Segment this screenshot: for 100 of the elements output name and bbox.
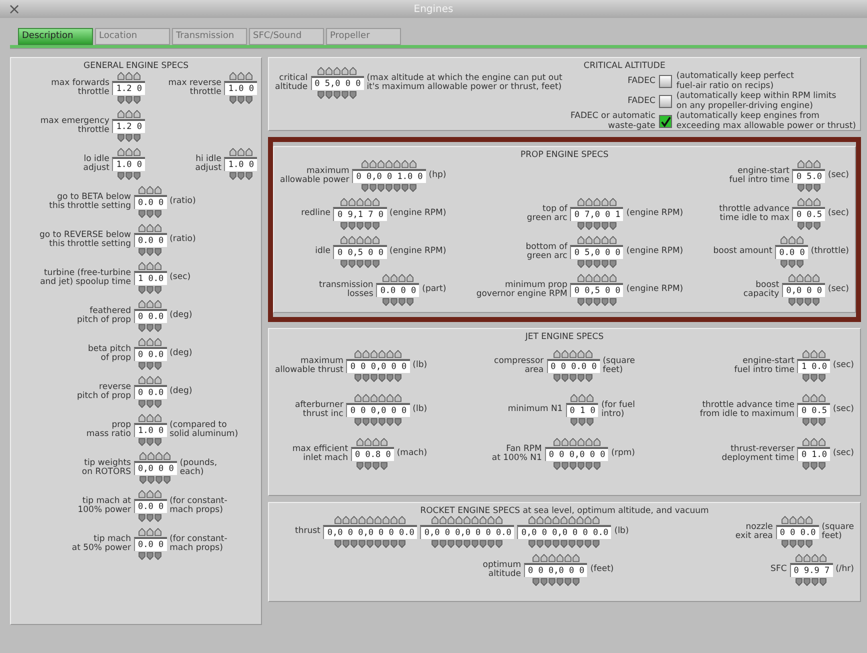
value-field[interactable]: 0 0 0.0 xyxy=(776,525,819,539)
value-field[interactable]: 0.0 0 xyxy=(134,195,167,209)
down-arrow-row[interactable] xyxy=(802,374,826,382)
checkbox[interactable] xyxy=(659,95,672,108)
value-field[interactable]: 1.0 0 xyxy=(134,423,167,437)
down-arrow-row[interactable] xyxy=(138,324,162,332)
down-arrow-row[interactable] xyxy=(139,476,172,484)
down-arrow-row[interactable] xyxy=(138,248,162,256)
value-field[interactable]: 0 5,0 0 0 xyxy=(310,76,364,90)
value-field[interactable]: 0.0 0 0 xyxy=(376,283,420,297)
down-arrow-row[interactable] xyxy=(228,96,253,104)
down-arrow-row[interactable] xyxy=(116,172,141,180)
up-arrow-row[interactable] xyxy=(139,452,172,460)
up-arrow-row[interactable] xyxy=(138,262,162,270)
up-arrow-row[interactable] xyxy=(354,350,402,358)
close-button[interactable]: × xyxy=(8,0,21,18)
down-arrow-row[interactable] xyxy=(553,374,594,382)
up-arrow-row[interactable] xyxy=(528,516,600,524)
up-arrow-row[interactable] xyxy=(138,490,162,498)
down-arrow-row[interactable] xyxy=(796,184,821,192)
value-field[interactable]: 1.2 0 xyxy=(112,119,145,133)
value-field[interactable]: 0 0.0 xyxy=(134,347,167,361)
down-arrow-row[interactable] xyxy=(431,540,504,548)
value-field[interactable]: 0,0 0 0,0 0 0 0.0 xyxy=(517,525,612,539)
value-field[interactable]: 1.0 0 xyxy=(224,157,257,171)
up-arrow-row[interactable] xyxy=(116,148,141,156)
value-field[interactable]: 1.0 0 xyxy=(224,81,257,95)
down-arrow-row[interactable] xyxy=(361,184,418,192)
up-arrow-row[interactable] xyxy=(802,394,826,402)
value-field[interactable]: 0 0 0,0 0 0 xyxy=(346,359,410,373)
down-arrow-row[interactable] xyxy=(788,298,820,306)
up-arrow-row[interactable] xyxy=(781,516,814,524)
down-arrow-row[interactable] xyxy=(576,298,617,306)
value-field[interactable]: 0 0.0 xyxy=(134,309,167,323)
down-arrow-row[interactable] xyxy=(576,222,617,230)
down-arrow-row[interactable] xyxy=(796,222,821,230)
up-arrow-row[interactable] xyxy=(788,274,820,282)
up-arrow-row[interactable] xyxy=(334,516,406,524)
down-arrow-row[interactable] xyxy=(116,96,141,104)
value-field[interactable]: 0 1.0 xyxy=(797,447,830,461)
value-field[interactable]: 0,0 0 0,0 0 0 0.0 xyxy=(420,525,514,539)
down-arrow-row[interactable] xyxy=(138,286,162,294)
up-arrow-row[interactable] xyxy=(796,160,821,168)
value-field[interactable]: 0 0.0 xyxy=(134,385,167,399)
up-arrow-row[interactable] xyxy=(354,394,402,402)
down-arrow-row[interactable] xyxy=(116,134,141,142)
down-arrow-row[interactable] xyxy=(317,91,358,99)
tab[interactable]: Description xyxy=(18,28,93,45)
up-arrow-row[interactable] xyxy=(138,224,162,232)
value-field[interactable]: 0 9,1 7 0 xyxy=(333,207,387,221)
up-arrow-row[interactable] xyxy=(796,198,821,206)
up-arrow-row[interactable] xyxy=(382,274,414,282)
down-arrow-row[interactable] xyxy=(334,540,406,548)
up-arrow-row[interactable] xyxy=(138,376,162,384)
down-arrow-row[interactable] xyxy=(138,210,162,218)
up-arrow-row[interactable] xyxy=(138,338,162,346)
down-arrow-row[interactable] xyxy=(354,418,402,426)
value-field[interactable]: 0 9.9 7 xyxy=(790,563,833,577)
value-field[interactable]: 0.0 0 xyxy=(134,537,167,551)
down-arrow-row[interactable] xyxy=(780,260,804,268)
up-arrow-row[interactable] xyxy=(576,274,617,282)
down-arrow-row[interactable] xyxy=(576,260,617,268)
down-arrow-row[interactable] xyxy=(552,462,601,470)
value-field[interactable]: 0 1 0 xyxy=(566,403,598,417)
value-field[interactable]: 0,0 0 0,0 0 0 0.0 xyxy=(323,525,418,539)
value-field[interactable]: 0 0.8 0 xyxy=(351,447,394,461)
down-arrow-row[interactable] xyxy=(228,172,253,180)
up-arrow-row[interactable] xyxy=(340,236,380,244)
up-arrow-row[interactable] xyxy=(552,438,601,446)
down-arrow-row[interactable] xyxy=(138,514,162,522)
value-field[interactable]: 0 0 0,0 0 0 xyxy=(544,447,608,461)
down-arrow-row[interactable] xyxy=(138,552,162,560)
value-field[interactable]: 0 0,5 0 0 xyxy=(333,245,387,259)
up-arrow-row[interactable] xyxy=(138,414,162,422)
value-field[interactable]: 0 0 0.0 0 xyxy=(546,359,600,373)
up-arrow-row[interactable] xyxy=(317,67,358,75)
up-arrow-row[interactable] xyxy=(802,438,826,446)
down-arrow-row[interactable] xyxy=(532,578,580,586)
down-arrow-row[interactable] xyxy=(781,540,814,548)
value-field[interactable]: 1 0.0 xyxy=(797,359,830,373)
up-arrow-row[interactable] xyxy=(431,516,504,524)
checkbox[interactable] xyxy=(659,115,672,128)
value-field[interactable]: 0 5.0 xyxy=(792,169,826,183)
value-field[interactable]: 0 0,0 0 1.0 0 xyxy=(352,169,426,183)
down-arrow-row[interactable] xyxy=(340,222,380,230)
value-field[interactable]: 0,0 0 0 xyxy=(134,461,177,475)
up-arrow-row[interactable] xyxy=(532,554,580,562)
down-arrow-row[interactable] xyxy=(340,260,380,268)
value-field[interactable]: 0 0,5 0 0 xyxy=(570,283,624,297)
up-arrow-row[interactable] xyxy=(340,198,380,206)
up-arrow-row[interactable] xyxy=(570,394,594,402)
up-arrow-row[interactable] xyxy=(780,236,804,244)
up-arrow-row[interactable] xyxy=(138,300,162,308)
value-field[interactable]: 0.0 0 xyxy=(775,245,808,259)
down-arrow-row[interactable] xyxy=(138,438,162,446)
up-arrow-row[interactable] xyxy=(795,554,828,562)
up-arrow-row[interactable] xyxy=(228,148,253,156)
value-field[interactable]: 0 0 0,0 0 0 xyxy=(524,563,588,577)
value-field[interactable]: 1 0.0 xyxy=(134,271,167,285)
up-arrow-row[interactable] xyxy=(116,110,141,118)
